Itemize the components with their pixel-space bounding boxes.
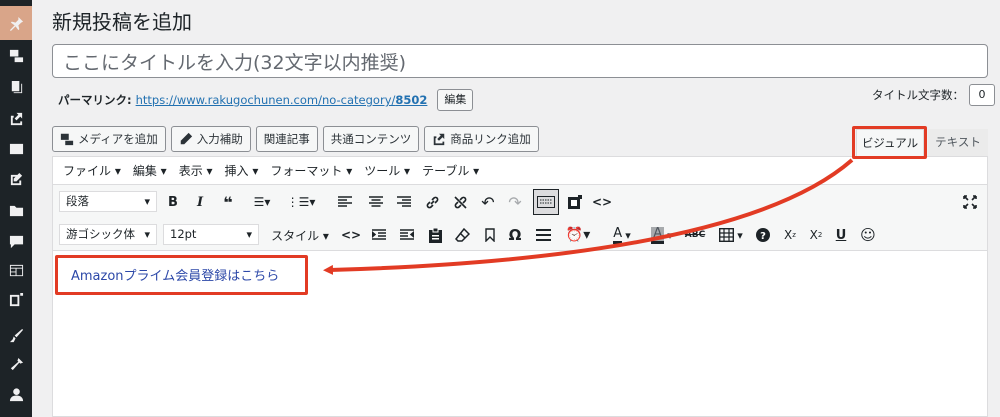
pencil-icon [180, 132, 192, 145]
table-icon[interactable]: ▾ [715, 226, 747, 244]
bookmark-icon[interactable] [483, 226, 497, 244]
menu-file[interactable]: ファイル ▾ [57, 162, 127, 179]
pin-icon[interactable] [8, 15, 24, 31]
menu-view[interactable]: 表示 ▾ [173, 162, 219, 179]
help-icon[interactable]: ? [755, 226, 771, 244]
paste-icon[interactable] [427, 226, 443, 244]
editor-toolbar: 段落 B I ❝ ☰▾ ⋮☰▾ ↶ ↷ [53, 185, 987, 251]
superscript-icon[interactable]: X2 [807, 226, 825, 244]
align-right-icon[interactable] [396, 193, 412, 211]
menu-edit[interactable]: 編集 ▾ [127, 162, 173, 179]
special-char-icon[interactable]: Ω [507, 226, 523, 244]
admin-sidebar [0, 0, 32, 417]
permalink-url-base: https://www.rakugochunen.com/no-category… [135, 93, 396, 107]
permalink-label: パーマリンク: [58, 93, 132, 107]
add-media-label: メディアを追加 [78, 132, 158, 146]
menu-table[interactable]: テーブル ▾ [416, 162, 485, 179]
redo-icon: ↷ [508, 192, 522, 212]
product-link-button[interactable]: 商品リンク追加 [424, 126, 539, 152]
tools-icon[interactable] [8, 356, 24, 372]
outdent-icon[interactable] [399, 226, 415, 244]
tab-text[interactable]: テキスト [928, 129, 988, 157]
toolbar-toggle-icon[interactable] [533, 189, 559, 215]
code-icon[interactable]: <> [592, 193, 612, 211]
comment-icon[interactable] [8, 233, 24, 249]
external-link-icon [433, 133, 445, 146]
toolbar-row-1: 段落 B I ❝ ☰▾ ⋮☰▾ ↶ ↷ [53, 185, 987, 218]
layout-icon[interactable] [8, 262, 24, 278]
counter-value: 0 [969, 84, 995, 106]
media-icon [60, 133, 74, 146]
menu-insert[interactable]: 挿入 ▾ [219, 162, 265, 179]
media-icon[interactable] [8, 47, 24, 63]
blog-card-icon[interactable] [567, 193, 583, 211]
permalink-row: パーマリンク: https://www.rakugochunen.com/no-… [58, 89, 474, 111]
folder-icon[interactable] [8, 202, 24, 218]
horizontal-rule-icon[interactable] [535, 226, 551, 244]
text-color-icon[interactable]: A ▾ [607, 226, 637, 244]
strikethrough-icon[interactable]: ABC [683, 226, 707, 244]
format-select[interactable]: 段落 [59, 191, 157, 212]
editor-menubar: ファイル ▾ 編集 ▾ 表示 ▾ 挿入 ▾ フォーマット ▾ ツール ▾ テーブ… [53, 157, 987, 185]
permalink-slug: 8502 [395, 93, 428, 107]
numbered-list-icon[interactable]: ⋮☰▾ [287, 193, 316, 211]
menu-format[interactable]: フォーマット ▾ [264, 162, 358, 179]
style-select[interactable]: スタイル ▾ [267, 226, 333, 244]
edit-icon[interactable] [8, 171, 24, 187]
pages-icon[interactable] [8, 79, 24, 95]
add-media-button[interactable]: メディアを追加 [52, 126, 166, 152]
title-char-counter: タイトル文字数： 0 [872, 84, 995, 106]
plugin-box-icon[interactable] [8, 291, 24, 307]
undo-icon[interactable]: ↶ [480, 193, 496, 212]
visual-tab-highlight [852, 126, 927, 159]
emoji-icon[interactable]: ☺ [859, 226, 877, 244]
common-content-button[interactable]: 共通コンテンツ [322, 126, 420, 152]
svg-text:?: ? [760, 231, 766, 242]
menu-tools[interactable]: ツール ▾ [358, 162, 416, 179]
counter-label: タイトル文字数： [872, 88, 964, 102]
bullet-list-icon[interactable]: ☰▾ [249, 193, 275, 211]
toolbar-row-2: 游ゴシック体 12pt スタイル ▾ <> Ω ⏰▾ [53, 218, 987, 251]
share-icon[interactable] [8, 110, 24, 126]
font-family-select[interactable]: 游ゴシック体 [59, 224, 157, 245]
post-title-input[interactable]: ここにタイトルを入力(32文字以内推奨) [52, 44, 988, 78]
align-left-icon[interactable] [337, 193, 353, 211]
align-center-icon[interactable] [368, 193, 384, 211]
link-icon[interactable] [423, 193, 441, 211]
related-posts-button[interactable]: 関連記事 [255, 126, 318, 152]
related-posts-label: 関連記事 [263, 132, 310, 146]
clock-icon[interactable]: ⏰▾ [563, 226, 593, 244]
code-inline-icon[interactable]: <> [341, 226, 361, 244]
font-size-select[interactable]: 12pt [163, 224, 259, 245]
fullscreen-icon[interactable] [961, 193, 979, 211]
subscript-icon[interactable]: Xz [781, 226, 799, 244]
page-title: 新規投稿を追加 [52, 10, 192, 34]
underline-icon[interactable]: U [834, 226, 848, 244]
blockquote-icon[interactable]: ❝ [220, 193, 236, 212]
unlink-icon[interactable] [451, 193, 469, 211]
id-card-icon[interactable] [8, 140, 24, 156]
eraser-icon[interactable] [454, 226, 470, 244]
permalink-edit-button[interactable]: 編集 [437, 89, 474, 111]
common-content-label: 共通コンテンツ [330, 132, 412, 146]
input-assist-label: 入力補助 [196, 132, 243, 146]
input-assist-button[interactable]: 入力補助 [170, 126, 251, 152]
title-placeholder: ここにタイトルを入力(32文字以内推奨) [63, 51, 407, 74]
product-link-label: 商品リンク追加 [450, 132, 531, 146]
link-highlight [55, 255, 308, 295]
brush-icon[interactable] [8, 327, 24, 343]
italic-icon[interactable]: I [193, 193, 207, 211]
media-buttons-row: メディアを追加 入力補助 関連記事 共通コンテンツ 商品リンク追加 [52, 126, 539, 152]
indent-icon[interactable] [371, 226, 387, 244]
background-color-icon[interactable]: A ▾ [647, 226, 677, 244]
bold-icon[interactable]: B [166, 193, 180, 211]
permalink-link[interactable]: https://www.rakugochunen.com/no-category… [136, 93, 428, 107]
user-icon[interactable] [8, 386, 24, 402]
